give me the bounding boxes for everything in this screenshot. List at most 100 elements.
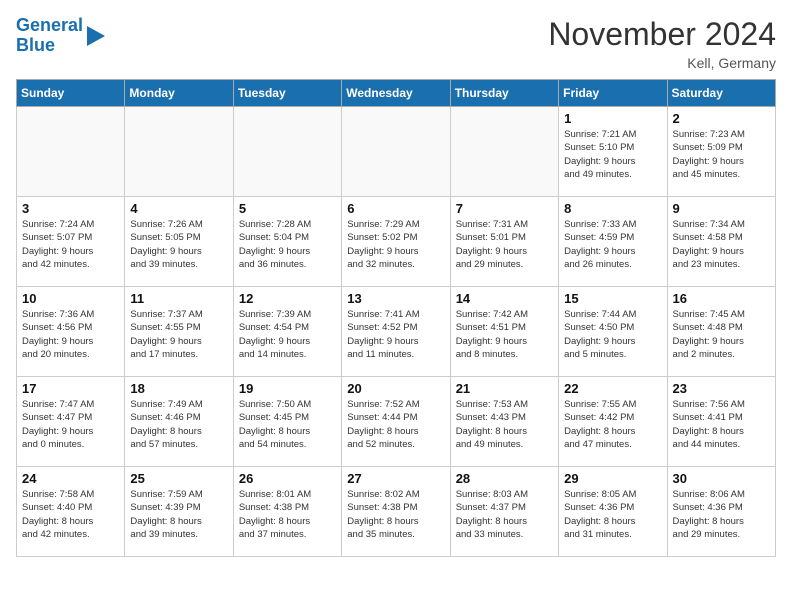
calendar-cell: 10Sunrise: 7:36 AM Sunset: 4:56 PM Dayli… bbox=[17, 287, 125, 377]
calendar-cell: 25 Sunrise: 7:59 AM Sunset: 4:39 PM Dayli… bbox=[125, 467, 233, 557]
day-number: 30 bbox=[673, 471, 770, 486]
day-detail: Sunrise: 7:56 AM Sunset: 4:41 PM Dayligh… bbox=[673, 398, 770, 451]
day-detail: Sunrise: 8:01 AM Sunset: 4:38 PM Dayligh… bbox=[239, 488, 336, 541]
day-number: 7 bbox=[456, 201, 553, 216]
day-number: 6 bbox=[347, 201, 444, 216]
day-number: 15 bbox=[564, 291, 661, 306]
calendar-cell: 24Sunrise: 7:58 AM Sunset: 4:40 PM Dayli… bbox=[17, 467, 125, 557]
day-detail: Sunrise: 7:44 AM Sunset: 4:50 PM Dayligh… bbox=[564, 308, 661, 361]
day-number: 28 bbox=[456, 471, 553, 486]
calendar-cell: 22Sunrise: 7:55 AM Sunset: 4:42 PM Dayli… bbox=[559, 377, 667, 467]
day-number: 27 bbox=[347, 471, 444, 486]
day-detail: Sunrise: 7:52 AM Sunset: 4:44 PM Dayligh… bbox=[347, 398, 444, 451]
day-number: 17 bbox=[22, 381, 119, 396]
weekday-header-tuesday: Tuesday bbox=[233, 80, 341, 107]
day-detail: Sunrise: 8:06 AM Sunset: 4:36 PM Dayligh… bbox=[673, 488, 770, 541]
calendar-week-2: 3Sunrise: 7:24 AM Sunset: 5:07 PM Daylig… bbox=[17, 197, 776, 287]
weekday-header-friday: Friday bbox=[559, 80, 667, 107]
day-detail: Sunrise: 7:26 AM Sunset: 5:05 PM Dayligh… bbox=[130, 218, 227, 271]
calendar-table: SundayMondayTuesdayWednesdayThursdayFrid… bbox=[16, 79, 776, 557]
day-detail: Sunrise: 8:05 AM Sunset: 4:36 PM Dayligh… bbox=[564, 488, 661, 541]
day-detail: Sunrise: 8:02 AM Sunset: 4:38 PM Dayligh… bbox=[347, 488, 444, 541]
calendar-cell: 21 Sunrise: 7:53 AM Sunset: 4:43 PM Dayli… bbox=[450, 377, 558, 467]
day-number: 21 bbox=[456, 381, 553, 396]
day-number: 29 bbox=[564, 471, 661, 486]
day-detail: Sunrise: 7:58 AM Sunset: 4:40 PM Dayligh… bbox=[22, 488, 119, 541]
calendar-cell: 28 Sunrise: 8:03 AM Sunset: 4:37 PM Dayli… bbox=[450, 467, 558, 557]
day-detail: Sunrise: 7:31 AM Sunset: 5:01 PM Dayligh… bbox=[456, 218, 553, 271]
day-number: 11 bbox=[130, 291, 227, 306]
logo: General Blue bbox=[16, 16, 105, 56]
calendar-cell: 16Sunrise: 7:45 AM Sunset: 4:48 PM Dayli… bbox=[667, 287, 775, 377]
calendar-cell: 15 Sunrise: 7:44 AM Sunset: 4:50 PM Dayli… bbox=[559, 287, 667, 377]
day-detail: Sunrise: 7:33 AM Sunset: 4:59 PM Dayligh… bbox=[564, 218, 661, 271]
calendar-cell: 7 Sunrise: 7:31 AM Sunset: 5:01 PM Daylig… bbox=[450, 197, 558, 287]
day-number: 8 bbox=[564, 201, 661, 216]
calendar-cell: 2 Sunrise: 7:23 AM Sunset: 5:09 PM Daylig… bbox=[667, 107, 775, 197]
day-number: 13 bbox=[347, 291, 444, 306]
calendar-week-1: 1Sunrise: 7:21 AM Sunset: 5:10 PM Daylig… bbox=[17, 107, 776, 197]
calendar-body: 1Sunrise: 7:21 AM Sunset: 5:10 PM Daylig… bbox=[17, 107, 776, 557]
title-area: November 2024 Kell, Germany bbox=[548, 16, 776, 71]
day-detail: Sunrise: 8:03 AM Sunset: 4:37 PM Dayligh… bbox=[456, 488, 553, 541]
calendar-cell: 13 Sunrise: 7:41 AM Sunset: 4:52 PM Dayli… bbox=[342, 287, 450, 377]
day-detail: Sunrise: 7:50 AM Sunset: 4:45 PM Dayligh… bbox=[239, 398, 336, 451]
calendar-cell: 9Sunrise: 7:34 AM Sunset: 4:58 PM Daylig… bbox=[667, 197, 775, 287]
day-detail: Sunrise: 7:55 AM Sunset: 4:42 PM Dayligh… bbox=[564, 398, 661, 451]
day-detail: Sunrise: 7:45 AM Sunset: 4:48 PM Dayligh… bbox=[673, 308, 770, 361]
day-detail: Sunrise: 7:24 AM Sunset: 5:07 PM Dayligh… bbox=[22, 218, 119, 271]
calendar-cell: 26Sunrise: 8:01 AM Sunset: 4:38 PM Dayli… bbox=[233, 467, 341, 557]
logo-arrow-icon bbox=[87, 26, 105, 46]
day-detail: Sunrise: 7:42 AM Sunset: 4:51 PM Dayligh… bbox=[456, 308, 553, 361]
calendar-cell bbox=[450, 107, 558, 197]
day-detail: Sunrise: 7:23 AM Sunset: 5:09 PM Dayligh… bbox=[673, 128, 770, 181]
day-detail: Sunrise: 7:21 AM Sunset: 5:10 PM Dayligh… bbox=[564, 128, 661, 181]
weekday-header-sunday: Sunday bbox=[17, 80, 125, 107]
page-header: General Blue November 2024 Kell, Germany bbox=[16, 16, 776, 71]
calendar-cell bbox=[125, 107, 233, 197]
day-number: 4 bbox=[130, 201, 227, 216]
day-number: 20 bbox=[347, 381, 444, 396]
day-detail: Sunrise: 7:36 AM Sunset: 4:56 PM Dayligh… bbox=[22, 308, 119, 361]
weekday-header-monday: Monday bbox=[125, 80, 233, 107]
weekday-header-wednesday: Wednesday bbox=[342, 80, 450, 107]
weekday-header-thursday: Thursday bbox=[450, 80, 558, 107]
day-number: 25 bbox=[130, 471, 227, 486]
calendar-week-5: 24Sunrise: 7:58 AM Sunset: 4:40 PM Dayli… bbox=[17, 467, 776, 557]
calendar-cell bbox=[17, 107, 125, 197]
calendar-cell bbox=[342, 107, 450, 197]
month-title: November 2024 bbox=[548, 16, 776, 53]
logo-general: General bbox=[16, 15, 83, 35]
calendar-cell: 19Sunrise: 7:50 AM Sunset: 4:45 PM Dayli… bbox=[233, 377, 341, 467]
calendar-week-3: 10Sunrise: 7:36 AM Sunset: 4:56 PM Dayli… bbox=[17, 287, 776, 377]
day-number: 23 bbox=[673, 381, 770, 396]
day-detail: Sunrise: 7:47 AM Sunset: 4:47 PM Dayligh… bbox=[22, 398, 119, 451]
location-label: Kell, Germany bbox=[548, 55, 776, 71]
weekday-header-saturday: Saturday bbox=[667, 80, 775, 107]
calendar-cell: 12Sunrise: 7:39 AM Sunset: 4:54 PM Dayli… bbox=[233, 287, 341, 377]
calendar-cell: 5 Sunrise: 7:28 AM Sunset: 5:04 PM Daylig… bbox=[233, 197, 341, 287]
day-number: 5 bbox=[239, 201, 336, 216]
day-detail: Sunrise: 7:28 AM Sunset: 5:04 PM Dayligh… bbox=[239, 218, 336, 271]
day-detail: Sunrise: 7:49 AM Sunset: 4:46 PM Dayligh… bbox=[130, 398, 227, 451]
calendar-cell: 17 Sunrise: 7:47 AM Sunset: 4:47 PM Dayli… bbox=[17, 377, 125, 467]
day-number: 2 bbox=[673, 111, 770, 126]
day-detail: Sunrise: 7:53 AM Sunset: 4:43 PM Dayligh… bbox=[456, 398, 553, 451]
calendar-cell: 29 Sunrise: 8:05 AM Sunset: 4:36 PM Dayli… bbox=[559, 467, 667, 557]
logo-text-area: General Blue bbox=[16, 16, 105, 56]
calendar-cell: 20 Sunrise: 7:52 AM Sunset: 4:44 PM Dayli… bbox=[342, 377, 450, 467]
weekday-header-row: SundayMondayTuesdayWednesdayThursdayFrid… bbox=[17, 80, 776, 107]
calendar-cell: 30 Sunrise: 8:06 AM Sunset: 4:36 PM Dayli… bbox=[667, 467, 775, 557]
calendar-cell: 8 Sunrise: 7:33 AM Sunset: 4:59 PM Daylig… bbox=[559, 197, 667, 287]
day-detail: Sunrise: 7:59 AM Sunset: 4:39 PM Dayligh… bbox=[130, 488, 227, 541]
calendar-header: SundayMondayTuesdayWednesdayThursdayFrid… bbox=[17, 80, 776, 107]
calendar-cell: 27 Sunrise: 8:02 AM Sunset: 4:38 PM Dayli… bbox=[342, 467, 450, 557]
calendar-cell: 11 Sunrise: 7:37 AM Sunset: 4:55 PM Dayli… bbox=[125, 287, 233, 377]
day-detail: Sunrise: 7:37 AM Sunset: 4:55 PM Dayligh… bbox=[130, 308, 227, 361]
calendar-cell bbox=[233, 107, 341, 197]
calendar-cell: 6 Sunrise: 7:29 AM Sunset: 5:02 PM Daylig… bbox=[342, 197, 450, 287]
day-detail: Sunrise: 7:34 AM Sunset: 4:58 PM Dayligh… bbox=[673, 218, 770, 271]
day-detail: Sunrise: 7:29 AM Sunset: 5:02 PM Dayligh… bbox=[347, 218, 444, 271]
day-detail: Sunrise: 7:41 AM Sunset: 4:52 PM Dayligh… bbox=[347, 308, 444, 361]
calendar-cell: 1Sunrise: 7:21 AM Sunset: 5:10 PM Daylig… bbox=[559, 107, 667, 197]
